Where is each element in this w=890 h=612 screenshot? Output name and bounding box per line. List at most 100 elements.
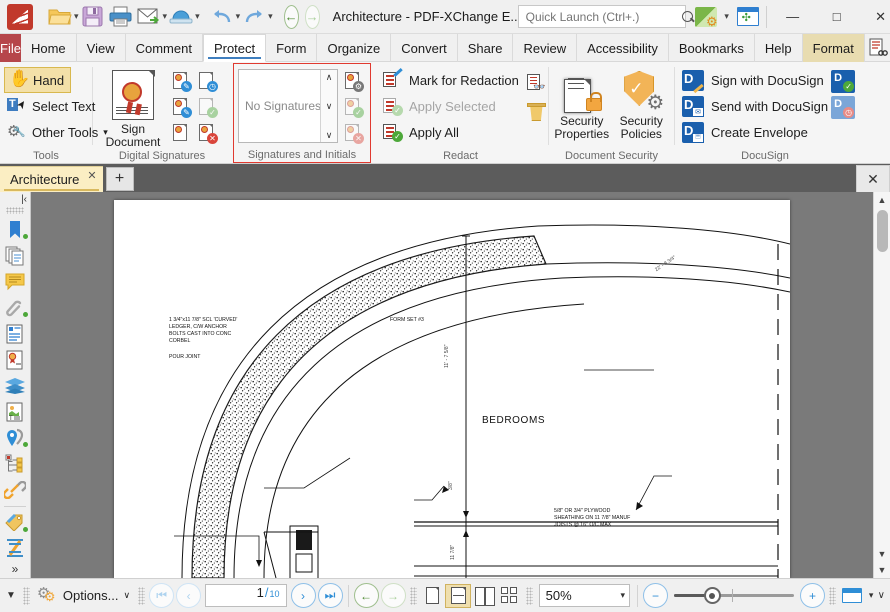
mark-for-redaction-button[interactable]: Mark for Redaction bbox=[377, 67, 523, 93]
first-page-button[interactable]: ⏮ bbox=[149, 583, 174, 608]
document-viewport[interactable]: 1 3/4"x11 7/8" SCL 'CURVED' LEDGER, C/W … bbox=[31, 192, 873, 578]
view-forward-button[interactable]: → bbox=[381, 583, 406, 608]
close-icon[interactable]: ✕ bbox=[87, 169, 96, 182]
tab-protect[interactable]: Protect bbox=[203, 34, 266, 62]
sign-document-button[interactable]: Sign Document bbox=[97, 67, 169, 149]
continuous-view-button[interactable] bbox=[445, 584, 471, 608]
page-current[interactable]: 1 bbox=[257, 585, 264, 600]
apply-all-button[interactable]: ✓ Apply All bbox=[377, 119, 523, 145]
sidebar-item-bookmarks[interactable] bbox=[0, 217, 30, 242]
signatures-list-combo[interactable]: No Signatures ∧ ∨ ∨ bbox=[238, 69, 338, 143]
redo-button[interactable] bbox=[240, 3, 268, 31]
two-page-view-button[interactable] bbox=[471, 584, 497, 608]
hand-tool-button[interactable]: Hand bbox=[4, 67, 71, 93]
app-settings-button[interactable] bbox=[692, 3, 720, 31]
open-file-button[interactable] bbox=[46, 3, 74, 31]
toolbar-drag-handle-2[interactable] bbox=[138, 587, 145, 605]
quick-launch-input[interactable] bbox=[526, 10, 681, 24]
statusbar-overflow-button[interactable]: ∨ bbox=[878, 590, 888, 601]
validate-signatures-button[interactable]: ✓ bbox=[195, 95, 219, 119]
clear-signature-button[interactable]: ✕ bbox=[195, 121, 219, 145]
remove-content-button[interactable] bbox=[523, 99, 547, 123]
toolbar-drag-handle-3[interactable] bbox=[410, 587, 417, 605]
view-back-button[interactable]: ← bbox=[354, 583, 379, 608]
sidebar-more-button[interactable]: » bbox=[12, 562, 19, 576]
tab-bookmarks[interactable]: Bookmarks bbox=[669, 34, 755, 62]
tab-format[interactable]: Format bbox=[803, 34, 865, 62]
tab-help[interactable]: Help bbox=[755, 34, 803, 62]
docusign-status-button[interactable]: ✓ bbox=[831, 70, 855, 93]
docusign-pending-button[interactable]: ◷ bbox=[831, 96, 855, 119]
spinner-up-icon[interactable]: ∧ bbox=[326, 72, 333, 82]
scrollbar-thumb[interactable] bbox=[877, 210, 888, 252]
sidebar-item-signatures[interactable] bbox=[0, 347, 30, 372]
sidebar-item-stamps[interactable] bbox=[0, 510, 30, 535]
window-mode-caret[interactable]: ▾ bbox=[865, 590, 878, 601]
sidebar-item-model-tree[interactable] bbox=[0, 451, 30, 476]
chevron-down-icon[interactable]: ▾ bbox=[620, 590, 625, 601]
four-page-view-button[interactable] bbox=[497, 584, 523, 608]
page-number-box[interactable]: 1 / 10 bbox=[205, 584, 286, 607]
sidebar-item-attachments[interactable] bbox=[0, 295, 30, 320]
new-tab-button[interactable]: + bbox=[106, 167, 134, 191]
tab-convert[interactable]: Convert bbox=[391, 34, 458, 62]
sidebar-item-measure[interactable] bbox=[0, 536, 30, 561]
send-with-docusign-button[interactable]: ✉ Send with DocuSign bbox=[679, 93, 831, 119]
sidebar-grip[interactable] bbox=[6, 207, 24, 214]
security-policies-button[interactable]: ✓⚙ Security Policies bbox=[613, 67, 671, 141]
tab-view[interactable]: View bbox=[77, 34, 126, 62]
tab-review[interactable]: Review bbox=[513, 34, 577, 62]
security-properties-button[interactable]: Security Properties bbox=[553, 67, 611, 141]
zoom-out-button[interactable]: − bbox=[643, 583, 668, 608]
add-signature-field-button[interactable]: ✎ bbox=[169, 69, 193, 93]
minimize-button[interactable]: — bbox=[771, 0, 815, 34]
scan-caret[interactable]: ▾ bbox=[195, 3, 200, 31]
certify-document-button[interactable]: ✎ bbox=[169, 95, 193, 119]
tab-share[interactable]: Share bbox=[458, 34, 514, 62]
vertical-scrollbar[interactable]: ▲ ▼ ▼ bbox=[873, 192, 890, 578]
fullscreen-button[interactable] bbox=[734, 3, 762, 31]
zoom-in-button[interactable]: + bbox=[800, 583, 825, 608]
scroll-down-icon[interactable]: ▼ bbox=[874, 546, 890, 562]
sidebar-item-comments[interactable] bbox=[0, 269, 30, 294]
tab-home[interactable]: Home bbox=[21, 34, 77, 62]
single-page-view-button[interactable] bbox=[420, 584, 446, 608]
sidebar-item-thumbnails[interactable] bbox=[0, 243, 30, 268]
redo-caret[interactable]: ▾ bbox=[268, 3, 273, 31]
last-page-button[interactable]: ⏭ bbox=[318, 583, 343, 608]
signatures-combo-spinner[interactable]: ∧ ∨ ∨ bbox=[320, 70, 337, 142]
tab-organize[interactable]: Organize bbox=[317, 34, 391, 62]
tab-accessibility[interactable]: Accessibility bbox=[577, 34, 669, 62]
timestamp-document-button[interactable]: ◷ bbox=[195, 69, 219, 93]
apply-signature-button[interactable]: ✓ bbox=[341, 95, 365, 119]
delete-signature-button[interactable]: ✕ bbox=[341, 121, 365, 145]
save-button[interactable] bbox=[79, 3, 107, 31]
manage-signatures-button[interactable]: ⚙ bbox=[341, 69, 365, 93]
apply-selected-button[interactable]: ✓ Apply Selected bbox=[377, 93, 523, 119]
undo-button[interactable] bbox=[208, 3, 236, 31]
options-button[interactable]: Options... ∨ bbox=[33, 583, 135, 609]
nav-back-button[interactable]: ← bbox=[284, 5, 299, 29]
select-text-button[interactable]: Select Text bbox=[4, 93, 101, 119]
scan-button[interactable] bbox=[167, 3, 195, 31]
signature-properties-button[interactable] bbox=[169, 121, 193, 145]
sidebar-item-content[interactable]: T bbox=[0, 399, 30, 424]
tab-form[interactable]: Form bbox=[266, 34, 317, 62]
sidebar-item-layers[interactable] bbox=[0, 373, 30, 398]
tab-comment[interactable]: Comment bbox=[126, 34, 203, 62]
app-settings-caret[interactable]: ▾ bbox=[720, 3, 734, 31]
close-window-button[interactable]: ✕ bbox=[859, 0, 890, 34]
sidebar-item-destinations[interactable] bbox=[0, 425, 30, 450]
tab-file[interactable]: File bbox=[0, 34, 21, 62]
toolbar-drag-handle-5[interactable] bbox=[829, 587, 836, 605]
scroll-up-icon[interactable]: ▲ bbox=[874, 192, 890, 208]
sidebar-item-links[interactable] bbox=[0, 477, 30, 502]
sign-with-docusign-button[interactable]: Sign with DocuSign bbox=[679, 67, 831, 93]
zoom-slider[interactable] bbox=[674, 594, 794, 597]
document-tab-architecture[interactable]: Architecture ✕ bbox=[0, 166, 103, 192]
spinner-down-icon[interactable]: ∨ bbox=[326, 130, 333, 140]
email-button[interactable] bbox=[135, 3, 163, 31]
toolbar-drag-handle-1[interactable] bbox=[23, 587, 30, 605]
search-and-redact-button[interactable]: 👓 bbox=[523, 71, 547, 95]
print-button[interactable] bbox=[107, 3, 135, 31]
